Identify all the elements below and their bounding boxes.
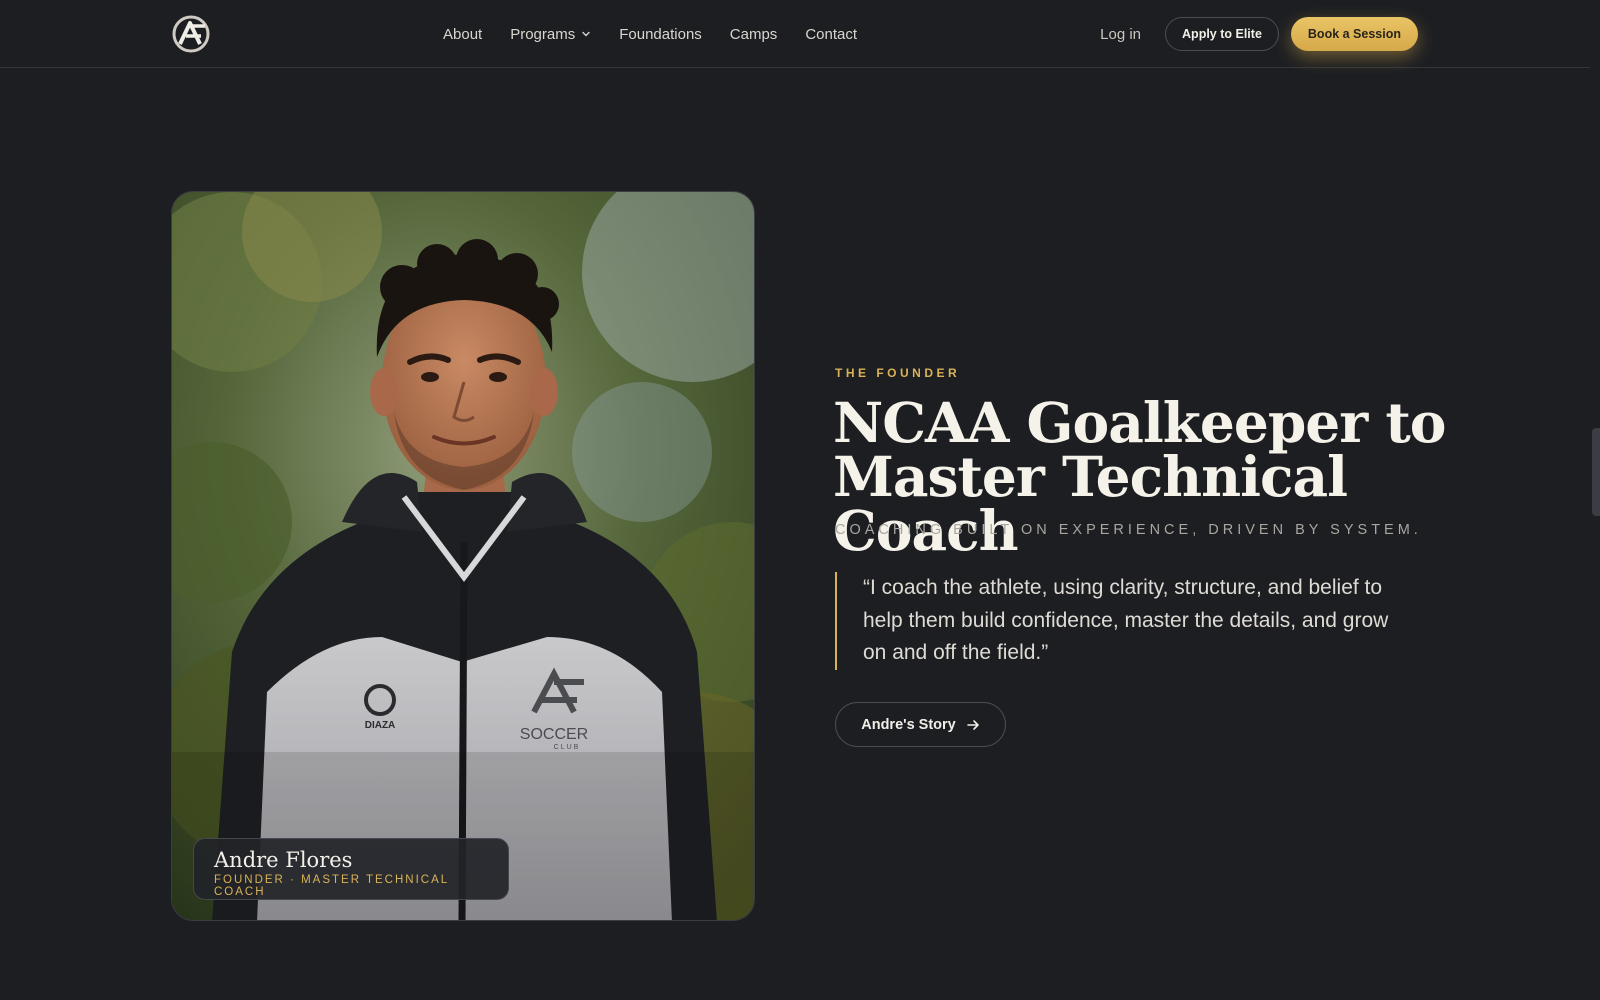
book-session-button[interactable]: Book a Session — [1290, 17, 1418, 51]
section-eyebrow: THE FOUNDER — [835, 366, 961, 380]
main-menu: About Programs Foundations Camps Contact — [443, 0, 857, 68]
apply-elite-button[interactable]: Apply to Elite — [1165, 17, 1279, 51]
scrollbar-thumb[interactable] — [1592, 428, 1600, 516]
founder-quote: “I coach the athlete, using clarity, str… — [835, 572, 1405, 670]
founder-portrait-image: DIAZA SOCCER CLUB — [172, 192, 754, 920]
founder-name: Andre Flores — [214, 848, 353, 872]
headline-line-2: Master Technical Coach — [833, 444, 1348, 563]
nav-link-camps[interactable]: Camps — [730, 26, 778, 43]
login-link[interactable]: Log in — [1100, 26, 1141, 43]
founder-name-plate: Andre Flores FOUNDER · MASTER TECHNICAL … — [193, 838, 509, 900]
chevron-down-icon — [582, 31, 590, 37]
nav-link-contact[interactable]: Contact — [805, 26, 857, 43]
jacket-brand-text: DIAZA — [365, 720, 396, 731]
founder-subline: COACHING BUILT ON EXPERIENCE, DRIVEN BY … — [835, 522, 1422, 538]
founder-photo: DIAZA SOCCER CLUB Andre Flores FOUNDER ·… — [171, 191, 755, 921]
logo-icon[interactable] — [171, 14, 211, 54]
jacket-club-text: SOCCER — [520, 726, 588, 743]
arrow-right-icon — [966, 719, 979, 730]
top-navigation: About Programs Foundations Camps Contact… — [0, 0, 1590, 68]
founder-role: FOUNDER · MASTER TECHNICAL COACH — [214, 874, 449, 899]
nav-link-programs[interactable]: Programs — [510, 26, 591, 43]
nav-link-foundations[interactable]: Foundations — [619, 26, 702, 43]
andre-story-button[interactable]: Andre's Story — [835, 702, 1006, 747]
andre-story-label: Andre's Story — [861, 716, 956, 733]
nav-actions: Log in Apply to Elite Book a Session — [1100, 17, 1418, 51]
nav-link-about[interactable]: About — [443, 26, 482, 43]
jacket-club-sub-text: CLUB — [554, 744, 581, 751]
